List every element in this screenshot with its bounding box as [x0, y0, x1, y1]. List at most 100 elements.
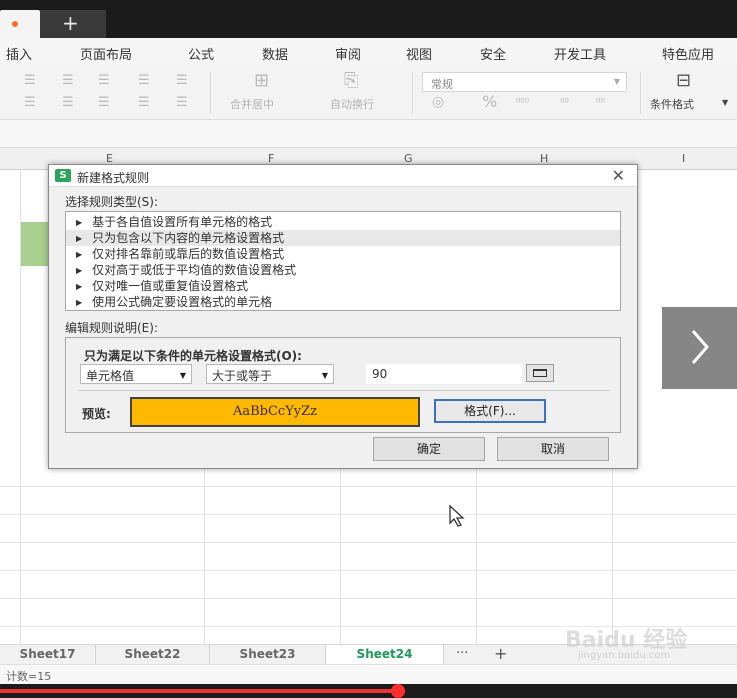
distributed-align-icon[interactable]: ☰ — [176, 96, 188, 109]
video-progress-fill — [0, 689, 398, 693]
sheet-tab-sheet17[interactable]: Sheet17 — [0, 645, 96, 665]
baidu-watermark-url: jingyan.baidu.com — [578, 650, 671, 661]
mouse-cursor-icon — [449, 504, 465, 527]
wrap-text-icon[interactable]: ⎘ — [344, 72, 358, 90]
grid-line — [0, 570, 737, 571]
cell-reference-button[interactable] — [526, 364, 554, 382]
column-header-i[interactable]: I — [682, 152, 685, 165]
new-format-rule-dialog: S 新建格式规则 ✕ 选择规则类型(S): ▶ 基于各自值设置所有单元格的格式 ▶… — [48, 164, 638, 469]
dialog-title: 新建格式规则 — [77, 171, 150, 185]
menu-data[interactable]: 数据 — [262, 44, 288, 63]
align-right-icon[interactable]: ☰ — [98, 96, 110, 109]
ribbon-separator — [640, 72, 641, 114]
conditional-format-button[interactable]: 条件格式 — [650, 96, 694, 112]
triangle-right-icon: ▶ — [76, 298, 83, 307]
number-format-select[interactable]: 常规 ▼ — [422, 72, 627, 92]
chevron-down-icon: ▼ — [179, 371, 186, 380]
rule-type-item-selected[interactable]: ▶ 只为包含以下内容的单元格设置格式 — [66, 230, 620, 246]
decrease-decimal-icon[interactable]: ⁰⁰ — [596, 96, 605, 109]
rule-description-panel: 只为满足以下条件的单元格设置格式(O): 单元格值 ▼ 大于或等于 ▼ 预览: … — [65, 337, 621, 433]
menu-formulas[interactable]: 公式 — [188, 44, 214, 63]
cancel-button[interactable]: 取消 — [497, 437, 609, 461]
indent-decrease-icon[interactable]: ☰ — [176, 74, 188, 87]
sheet-tab-sheet22[interactable]: Sheet22 — [96, 645, 210, 665]
merge-center-button[interactable]: 合并居中 — [230, 96, 274, 112]
window-tab-strip: + — [0, 0, 737, 38]
video-scrubber-handle[interactable] — [390, 684, 405, 698]
indent-increase-icon[interactable]: ☰ — [138, 74, 150, 87]
add-sheet-button[interactable]: + — [494, 645, 507, 663]
triangle-right-icon: ▶ — [76, 266, 83, 275]
operator-select[interactable]: 大于或等于 ▼ — [206, 364, 334, 384]
triangle-right-icon: ▶ — [76, 234, 83, 243]
chevron-down-icon[interactable]: ▼ — [722, 96, 728, 109]
preview-label: 预览: — [82, 407, 111, 421]
format-button[interactable]: 格式(F)... — [434, 399, 546, 423]
percent-style-icon[interactable]: % — [482, 94, 497, 110]
rule-type-list[interactable]: ▶ 基于各自值设置所有单元格的格式 ▶ 只为包含以下内容的单元格设置格式 ▶ 仅对排名… — [65, 211, 621, 311]
rule-type-item[interactable]: ▶ 仅对高于或低于平均值的数值设置格式 — [66, 262, 620, 278]
number-format-value: 常规 — [431, 78, 453, 91]
sheet-tab-sheet24[interactable]: Sheet24 — [326, 645, 444, 665]
spreadsheet-app: + 插入 页面布局 公式 数据 审阅 视图 安全 开发工具 特色应用 ☰ ☰ ☰… — [0, 0, 737, 698]
condition-value-input[interactable] — [366, 364, 522, 384]
conditional-format-icon[interactable]: ⊟ — [676, 72, 691, 90]
align-center-icon[interactable]: ☰ — [62, 96, 74, 109]
currency-format-icon[interactable]: ◎ — [432, 95, 444, 109]
menu-special-features[interactable]: 特色应用 — [662, 44, 714, 63]
chevron-down-icon: ▼ — [613, 77, 620, 86]
menu-insert[interactable]: 插入 — [6, 44, 32, 63]
thousands-separator-icon[interactable]: ⁰⁰⁰ — [516, 96, 529, 109]
rule-type-item[interactable]: ▶ 仅对唯一值或重复值设置格式 — [66, 278, 620, 294]
rule-type-item[interactable]: ▶ 仅对排名靠前或靠后的数值设置格式 — [66, 246, 620, 262]
sheet-tab-sheet23[interactable]: Sheet23 — [210, 645, 326, 665]
new-tab-plus-icon[interactable]: + — [62, 12, 79, 34]
rule-type-label: 选择规则类型(S): — [65, 195, 159, 209]
wps-logo-icon: S — [55, 169, 71, 182]
grid-line — [0, 598, 737, 599]
menu-review[interactable]: 审阅 — [335, 44, 361, 63]
dialog-title-bar[interactable]: S 新建格式规则 ✕ — [49, 165, 637, 187]
menu-view[interactable]: 视图 — [406, 44, 432, 63]
menu-page-layout[interactable]: 页面布局 — [80, 44, 132, 63]
ok-button[interactable]: 确定 — [373, 437, 485, 461]
triangle-right-icon: ▶ — [76, 250, 83, 259]
selected-cell-fill[interactable] — [21, 222, 49, 266]
divider — [78, 390, 610, 391]
align-top-icon[interactable]: ☰ — [24, 74, 36, 87]
align-bottom-icon[interactable]: ☰ — [98, 74, 110, 87]
grid-line — [0, 486, 737, 487]
menu-bar: 插入 页面布局 公式 数据 审阅 视图 安全 开发工具 特色应用 — [0, 38, 737, 66]
more-sheets-button[interactable]: ··· — [456, 645, 468, 663]
ribbon-toolbar: ☰ ☰ ☰ ☰ ☰ ☰ ☰ ☰ ☰ ☰ ⊞ 合并居中 ⎘ 自动换行 常规 ▼ ◎… — [0, 66, 737, 120]
merge-cells-icon[interactable]: ⊞ — [254, 72, 269, 90]
ribbon-separator — [210, 72, 211, 114]
justify-icon[interactable]: ☰ — [138, 96, 150, 109]
ribbon-separator — [412, 72, 413, 114]
document-tab[interactable] — [0, 10, 40, 38]
menu-developer[interactable]: 开发工具 — [554, 44, 606, 63]
menu-security[interactable]: 安全 — [480, 44, 506, 63]
cell-value-select[interactable]: 单元格值 ▼ — [80, 364, 192, 384]
condition-title: 只为满足以下条件的单元格设置格式(O): — [84, 349, 302, 363]
rule-type-item[interactable]: ▶ 基于各自值设置所有单元格的格式 — [66, 214, 620, 230]
edit-rule-description-label: 编辑规则说明(E): — [65, 321, 158, 335]
status-bar: 计数=15 — [0, 664, 737, 684]
close-icon[interactable]: ✕ — [612, 166, 625, 185]
formula-bar[interactable] — [0, 120, 737, 148]
triangle-right-icon: ▶ — [76, 282, 83, 291]
wrap-text-button[interactable]: 自动换行 — [330, 96, 374, 112]
format-preview-box: AaBbCcYyZz — [130, 397, 420, 427]
video-progress-bar[interactable] — [0, 684, 737, 698]
increase-decimal-icon[interactable]: ⁰⁰ — [560, 96, 569, 109]
triangle-right-icon: ▶ — [76, 218, 83, 227]
document-tab-indicator — [12, 21, 18, 27]
selection-count: 计数=15 — [6, 670, 52, 683]
align-middle-icon[interactable]: ☰ — [62, 74, 74, 87]
rule-type-item[interactable]: ▶ 使用公式确定要设置格式的单元格 — [66, 294, 620, 310]
grid-line — [0, 542, 737, 543]
range-picker-icon — [533, 369, 547, 377]
next-arrow-button[interactable] — [662, 307, 737, 389]
align-left-icon[interactable]: ☰ — [24, 96, 36, 109]
chevron-right-icon — [691, 330, 709, 364]
